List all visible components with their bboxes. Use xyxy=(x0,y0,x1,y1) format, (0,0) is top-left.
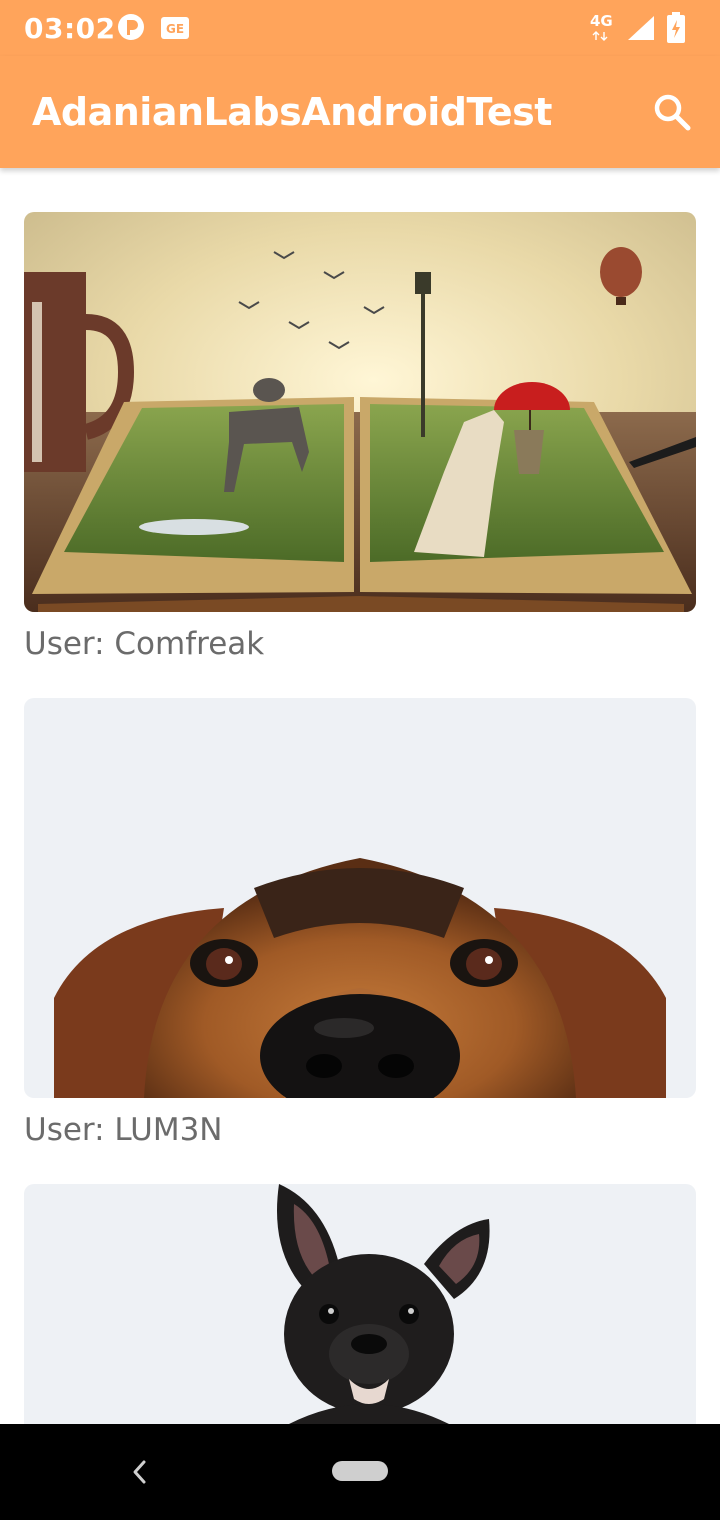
app-bar: AdanianLabsAndroidTest xyxy=(0,56,720,168)
status-time: 03:02 xyxy=(24,12,116,45)
back-icon[interactable] xyxy=(124,1452,156,1492)
network-type-label: 4G xyxy=(590,12,613,30)
photo-user-caption: User: Comfreak xyxy=(24,626,265,662)
app-notification-icon xyxy=(118,14,144,40)
status-bar: 03:02 GE 4G xyxy=(0,0,720,56)
photo-image[interactable] xyxy=(24,1184,696,1424)
photo-card[interactable] xyxy=(24,1184,696,1424)
home-pill-icon[interactable] xyxy=(332,1461,388,1481)
photo-card[interactable]: User: LUM3N xyxy=(24,698,696,1148)
app-title: AdanianLabsAndroidTest xyxy=(32,90,552,134)
network-type-icon: 4G xyxy=(590,12,616,42)
photo-image[interactable] xyxy=(24,698,696,1098)
photo-user-caption: User: LUM3N xyxy=(24,1112,223,1148)
svg-text:GE: GE xyxy=(166,22,184,36)
signal-icon xyxy=(628,16,654,40)
photo-feed: User: Comfreak User: LUM3N xyxy=(0,168,720,1424)
sim-card-icon: GE xyxy=(161,17,189,39)
search-button[interactable] xyxy=(646,86,698,138)
photo-image[interactable] xyxy=(24,212,696,612)
photo-card[interactable]: User: Comfreak xyxy=(24,212,696,662)
search-icon[interactable] xyxy=(646,86,698,138)
battery-charging-icon xyxy=(667,12,685,43)
